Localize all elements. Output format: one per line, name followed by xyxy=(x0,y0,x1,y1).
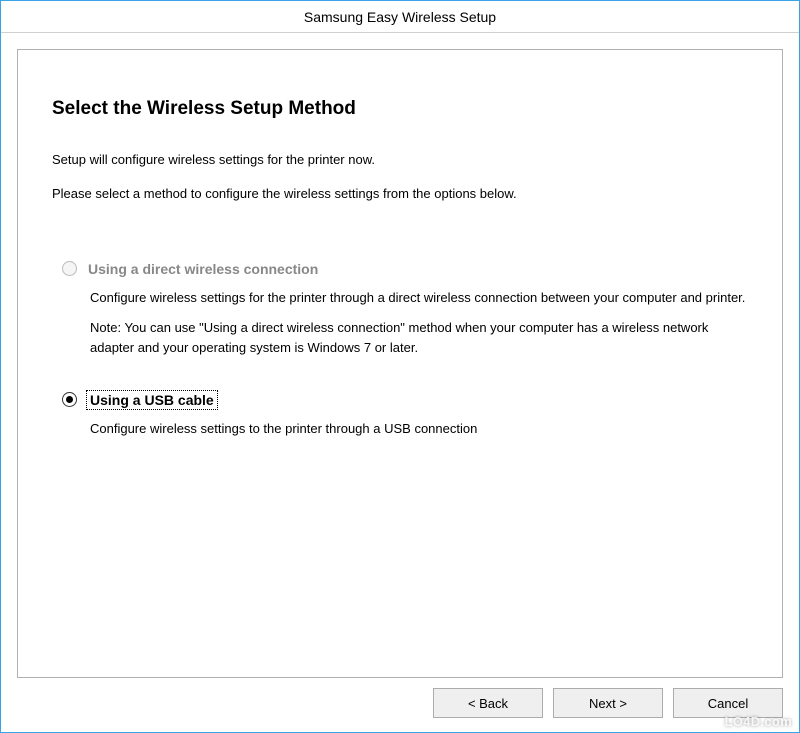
option-usb-label[interactable]: Using a USB cable xyxy=(88,392,216,408)
intro-text-2: Please select a method to configure the … xyxy=(52,184,748,204)
option-direct-desc: Configure wireless settings for the prin… xyxy=(90,288,748,308)
button-row: < Back Next > Cancel xyxy=(17,688,783,718)
content-frame: Select the Wireless Setup Method Setup w… xyxy=(17,49,783,678)
page-heading: Select the Wireless Setup Method xyxy=(52,98,748,120)
option-direct-wireless: Using a direct wireless connection Confi… xyxy=(52,259,748,358)
option-direct-header: Using a direct wireless connection xyxy=(60,259,748,278)
window-title: Samsung Easy Wireless Setup xyxy=(304,9,496,25)
option-usb-header[interactable]: Using a USB cable xyxy=(60,390,748,409)
radio-direct-wireless xyxy=(60,259,79,278)
titlebar: Samsung Easy Wireless Setup xyxy=(1,1,799,33)
radio-usb-cable[interactable] xyxy=(60,390,79,409)
option-direct-note: Note: You can use "Using a direct wirele… xyxy=(90,318,748,358)
back-button[interactable]: < Back xyxy=(433,688,543,718)
option-usb-desc: Configure wireless settings to the print… xyxy=(90,419,748,439)
app-window: Samsung Easy Wireless Setup Select the W… xyxy=(0,0,800,733)
radio-icon xyxy=(62,392,77,407)
options-area: Using a direct wireless connection Confi… xyxy=(52,259,748,440)
radio-icon xyxy=(62,261,77,276)
next-button[interactable]: Next > xyxy=(553,688,663,718)
option-usb-cable[interactable]: Using a USB cable Configure wireless set… xyxy=(52,390,748,439)
main-area: Select the Wireless Setup Method Setup w… xyxy=(1,33,799,732)
watermark-text: LO4D.com xyxy=(725,714,792,729)
intro-text-1: Setup will configure wireless settings f… xyxy=(52,150,748,170)
option-direct-label: Using a direct wireless connection xyxy=(88,261,318,277)
